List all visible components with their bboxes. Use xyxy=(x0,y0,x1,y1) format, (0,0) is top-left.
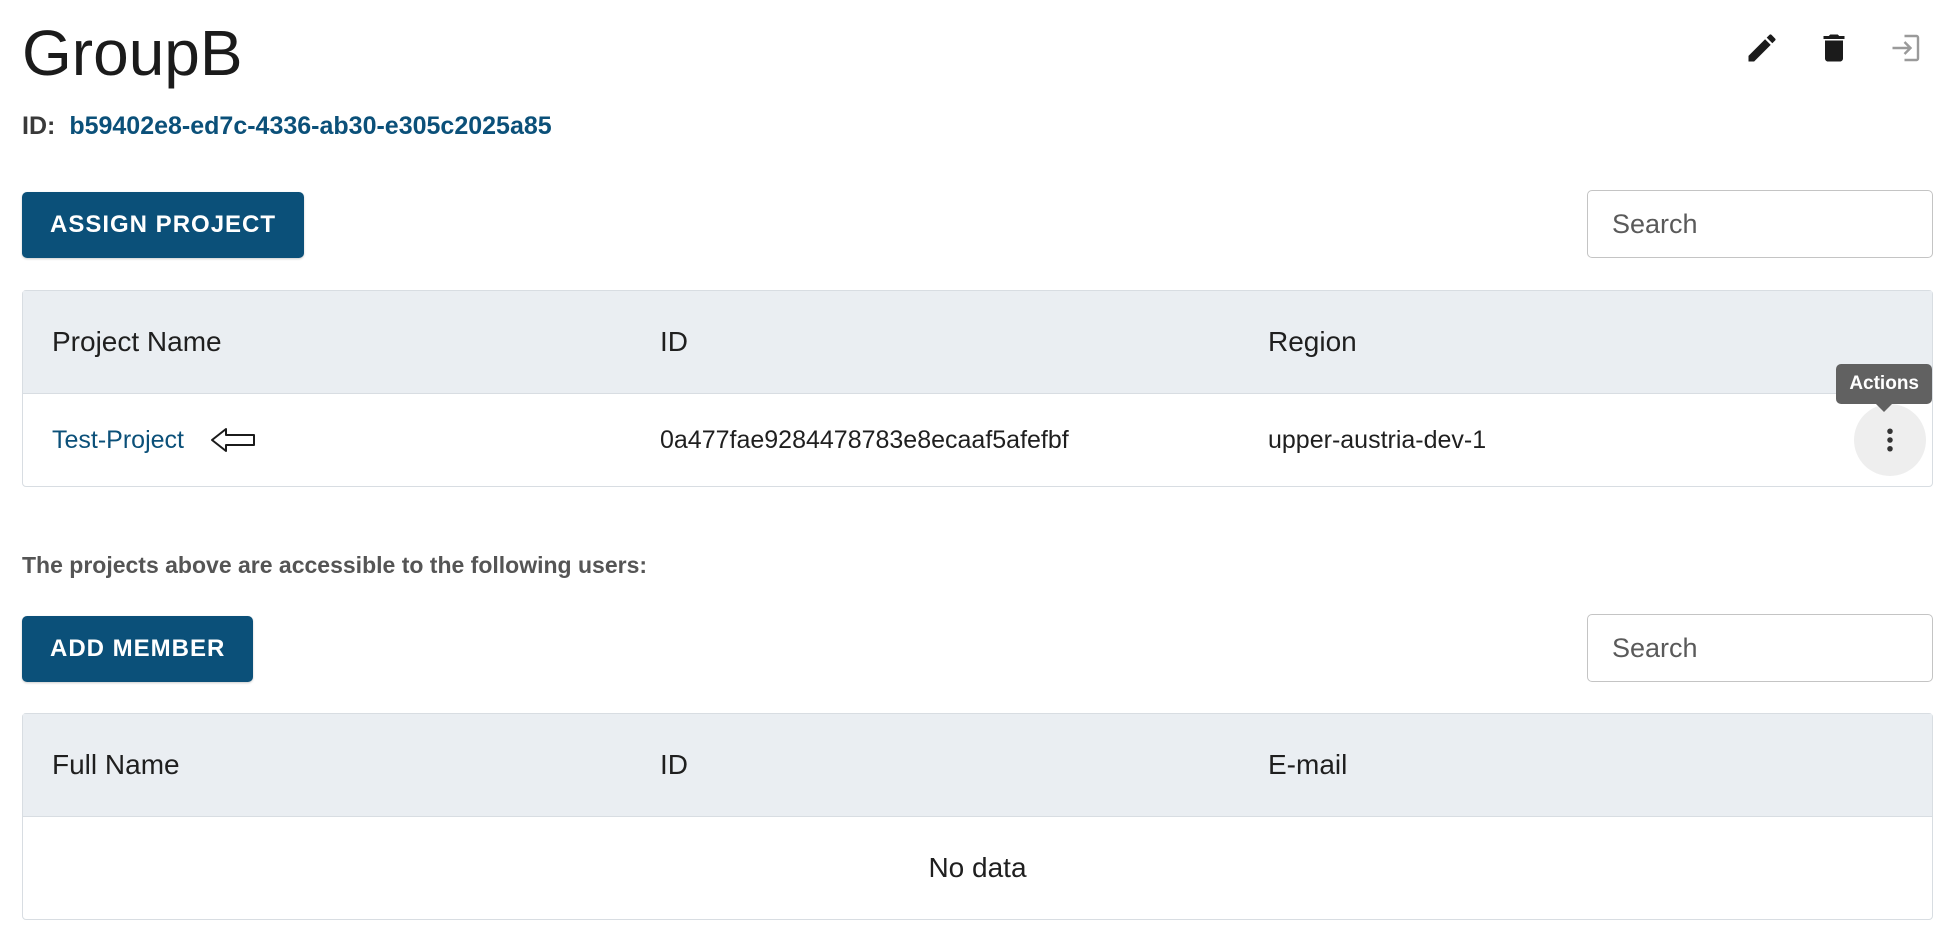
row-actions-button[interactable]: Actions xyxy=(1836,364,1932,476)
projects-table-header: Project Name ID Region xyxy=(23,291,1932,394)
column-header-id: ID xyxy=(660,326,688,357)
project-id-cell: 0a477fae9284478783e8ecaaf5afefbf xyxy=(660,425,1069,454)
members-search-input[interactable] xyxy=(1587,614,1933,682)
add-member-button[interactable]: ADD MEMBER xyxy=(22,616,254,682)
id-label: ID: xyxy=(22,112,56,140)
pencil-icon xyxy=(1748,34,1776,62)
column-header-full-name: Full Name xyxy=(52,749,180,780)
group-detail-page: GroupB ID: b59402e8-ed7c-4336-ab30-e305c… xyxy=(0,0,1954,952)
project-region-cell: upper-austria-dev-1 xyxy=(1268,425,1487,454)
column-header-region: Region xyxy=(1268,326,1357,357)
projects-search-input[interactable] xyxy=(1587,190,1933,258)
page-title: GroupB xyxy=(22,17,243,89)
delete-button[interactable] xyxy=(1814,28,1854,68)
group-id-value: b59402e8-ed7c-4336-ab30-e305c2025a85 xyxy=(69,112,552,140)
members-info-text: The projects above are accessible to the… xyxy=(22,552,648,578)
trash-icon xyxy=(1823,34,1845,62)
project-link[interactable]: Test-Project xyxy=(52,426,184,455)
column-header-id: ID xyxy=(660,749,688,780)
actions-tooltip: Actions xyxy=(1836,364,1932,412)
more-vert-icon xyxy=(1887,428,1893,452)
projects-table: Project Name ID Region Test-Project 0a47… xyxy=(22,290,1933,487)
column-header-email: E-mail xyxy=(1268,749,1348,780)
arrow-left-icon xyxy=(210,427,256,453)
exit-icon xyxy=(1892,34,1920,62)
empty-state-text: No data xyxy=(928,852,1027,883)
project-name-cell: Test-Project xyxy=(52,394,256,486)
header-actions xyxy=(1742,28,1926,68)
column-header-project-name: Project Name xyxy=(52,326,222,357)
leave-group-button[interactable] xyxy=(1886,28,1926,68)
assign-project-button[interactable]: ASSIGN PROJECT xyxy=(22,192,305,258)
members-table-header: Full Name ID E-mail xyxy=(23,714,1932,817)
members-table: Full Name ID E-mail No data xyxy=(22,713,1933,920)
group-id-line: ID: b59402e8-ed7c-4336-ab30-e305c2025a85 xyxy=(22,110,552,142)
table-row: Test-Project 0a477fae9284478783e8ecaaf5a… xyxy=(23,364,1932,486)
edit-button[interactable] xyxy=(1742,28,1782,68)
